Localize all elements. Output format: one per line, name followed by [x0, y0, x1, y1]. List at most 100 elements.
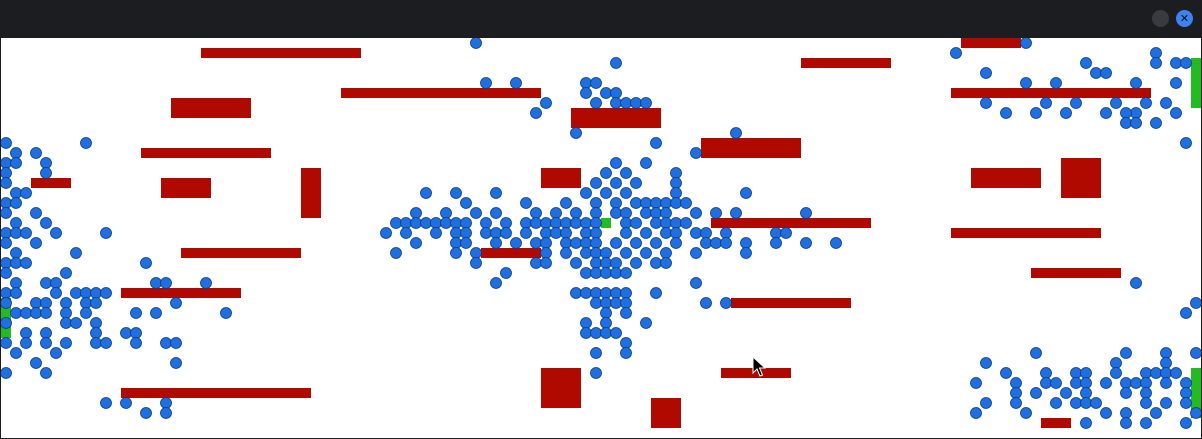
- mouse-pointer-icon: [752, 356, 766, 377]
- ball: [530, 207, 542, 219]
- ball: [10, 287, 22, 299]
- title-bar[interactable]: ✕: [0, 0, 1202, 38]
- ball: [620, 247, 632, 259]
- ball: [380, 227, 392, 239]
- ball: [540, 257, 552, 269]
- ball: [720, 237, 732, 249]
- ball: [630, 197, 642, 209]
- ball: [610, 257, 622, 269]
- ball: [630, 257, 642, 269]
- ball: [460, 237, 472, 249]
- ball: [620, 287, 632, 299]
- ball: [1120, 117, 1132, 129]
- minimize-button[interactable]: [1152, 10, 1169, 27]
- ball: [560, 247, 572, 259]
- ball: [1140, 417, 1152, 429]
- ball: [950, 47, 962, 59]
- ball: [100, 287, 112, 299]
- game-board[interactable]: [1, 38, 1201, 438]
- ball: [80, 137, 92, 149]
- ball: [80, 287, 92, 299]
- ball: [100, 337, 112, 349]
- ball: [590, 77, 602, 89]
- ball: [660, 247, 672, 259]
- ball: [1120, 377, 1132, 389]
- ball: [590, 327, 602, 339]
- ball: [740, 237, 752, 249]
- ball: [90, 317, 102, 329]
- ball: [140, 257, 152, 269]
- ball: [970, 407, 982, 419]
- ball: [740, 187, 752, 199]
- game-canvas[interactable]: [1, 38, 1201, 438]
- ball: [560, 197, 572, 209]
- ball: [1120, 417, 1132, 429]
- goal-zone: [1191, 58, 1201, 108]
- ball: [580, 217, 592, 229]
- ball: [520, 197, 532, 209]
- wall-block: [541, 368, 581, 408]
- ball: [1100, 107, 1112, 119]
- ball: [50, 277, 62, 289]
- ball: [170, 337, 182, 349]
- ball: [690, 207, 702, 219]
- ball: [1150, 47, 1162, 59]
- ball: [450, 227, 462, 239]
- ball: [1080, 377, 1092, 389]
- ball: [420, 217, 432, 229]
- ball: [650, 207, 662, 219]
- ball: [1080, 57, 1092, 69]
- ball: [580, 187, 592, 199]
- wall-block: [961, 38, 1021, 48]
- ball: [1, 367, 12, 379]
- ball: [90, 287, 102, 299]
- ball: [160, 277, 172, 289]
- close-button[interactable]: ✕: [1176, 10, 1193, 27]
- ball: [20, 257, 32, 269]
- ball: [50, 227, 62, 239]
- ball: [1070, 397, 1082, 409]
- ball: [1120, 387, 1132, 399]
- ball: [1170, 367, 1182, 379]
- ball: [1140, 97, 1152, 109]
- ball: [600, 307, 612, 319]
- ball: [1080, 397, 1092, 409]
- ball: [10, 227, 22, 239]
- ball: [10, 147, 22, 159]
- ball: [90, 327, 102, 339]
- ball: [60, 297, 72, 309]
- ball: [1, 207, 12, 219]
- ball: [40, 157, 52, 169]
- ball: [1080, 367, 1092, 379]
- ball: [10, 247, 22, 259]
- ball: [80, 307, 92, 319]
- wall-block: [171, 98, 251, 118]
- ball: [460, 227, 472, 239]
- ball: [770, 227, 782, 239]
- ball: [690, 277, 702, 289]
- wall-block: [541, 168, 581, 188]
- ball: [780, 227, 792, 239]
- ball: [670, 217, 682, 229]
- ball: [590, 207, 602, 219]
- ball: [480, 77, 492, 89]
- ball: [600, 287, 612, 299]
- ball: [20, 227, 32, 239]
- ball: [450, 247, 462, 259]
- ball: [60, 317, 72, 329]
- ball: [510, 237, 522, 249]
- ball: [830, 237, 842, 249]
- ball: [1100, 67, 1112, 79]
- wall-block: [161, 178, 211, 198]
- ball: [1130, 77, 1142, 89]
- ball: [1120, 107, 1132, 119]
- ball: [590, 257, 602, 269]
- ball: [610, 157, 622, 169]
- ball: [450, 187, 462, 199]
- wall-block: [341, 88, 541, 98]
- ball: [70, 247, 82, 259]
- ball: [1150, 407, 1162, 419]
- ball: [1190, 347, 1201, 359]
- ball: [690, 247, 702, 259]
- ball: [40, 367, 52, 379]
